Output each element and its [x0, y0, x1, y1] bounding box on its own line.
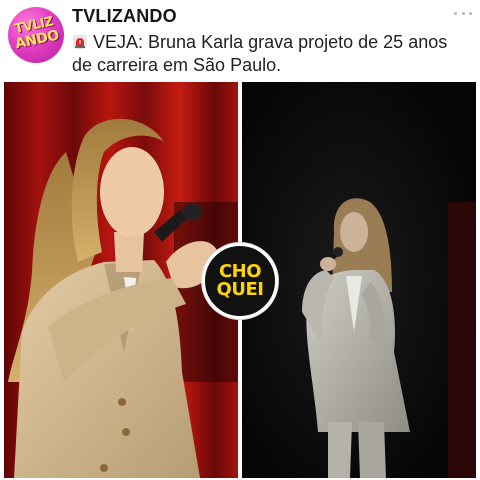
dot-icon — [469, 11, 472, 15]
more-options-icon[interactable] — [454, 8, 472, 18]
dot-icon — [454, 11, 457, 15]
avatar[interactable]: TVLIZ ANDO — [8, 7, 64, 63]
post-card: TVLIZ ANDO TVLIZANDO VEJA: Bruna Karla g… — [0, 0, 480, 480]
dot-icon — [461, 11, 465, 15]
badge-line2: QUEI — [216, 279, 264, 300]
username[interactable]: TVLIZANDO — [72, 6, 177, 27]
siren-icon — [72, 33, 88, 49]
caption-prefix: VEJA: — [93, 32, 144, 52]
choquei-logo: CHO QUEI — [202, 243, 278, 319]
post-caption: VEJA: Bruna Karla grava projeto de 25 an… — [72, 31, 472, 77]
tvlizando-logo-icon: TVLIZ ANDO — [9, 11, 62, 60]
post-media[interactable]: CHO QUEI — [4, 82, 476, 478]
